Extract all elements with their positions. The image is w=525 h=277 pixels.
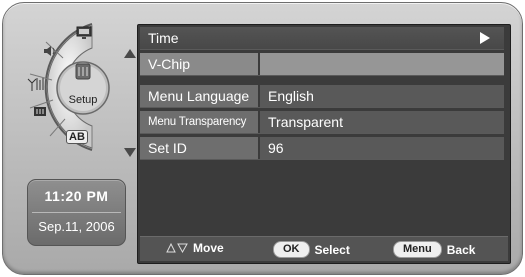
menu-key[interactable]: Menu [393, 241, 442, 258]
menu-item-value [260, 53, 504, 75]
menu-category-dial: AB Setup [20, 18, 138, 157]
setup-label: Setup [68, 94, 98, 106]
lock-icon[interactable] [32, 104, 56, 126]
up-down-arrows-icon [166, 243, 188, 253]
dial-down-arrow-icon[interactable] [124, 148, 136, 157]
move-label: Move [193, 241, 224, 255]
select-label: Select [314, 242, 350, 257]
clock-time: 11:20 PM [44, 188, 109, 204]
input-label: AB [66, 130, 88, 144]
back-hint: Menu Back [393, 241, 475, 258]
ok-key[interactable]: OK [273, 241, 310, 258]
menu-item-label: Time [148, 30, 179, 46]
menu-item-label: Set ID [140, 137, 258, 159]
clock-divider [32, 212, 121, 213]
monitor-icon[interactable] [76, 26, 100, 48]
input-icon[interactable]: AB [62, 126, 92, 148]
menu-item-label: Menu Language [140, 85, 258, 107]
antenna-icon[interactable] [26, 76, 50, 98]
menu-item-value: Transparent [260, 111, 504, 133]
menu-item-value: 96 [260, 137, 504, 159]
move-hint: Move [166, 241, 224, 255]
menu-item-label: Menu Transparency [140, 111, 258, 133]
setup-button[interactable]: Setup [58, 62, 108, 112]
menu-item-menu-transparency[interactable]: Menu Transparency Transparent [140, 111, 504, 134]
back-label: Back [446, 242, 476, 257]
menu-item-value: English [260, 85, 504, 107]
speaker-icon[interactable] [42, 44, 66, 66]
menu-item-set-id[interactable]: Set ID 96 [140, 137, 504, 160]
menu-item-time[interactable]: Time [140, 27, 504, 50]
menu-item-menu-language[interactable]: Menu Language English [140, 85, 504, 108]
dial-up-arrow-icon[interactable] [124, 49, 136, 58]
menu-item-vchip[interactable]: V-Chip [140, 53, 504, 76]
clock-display: 11:20 PM Sep.11, 2006 [27, 179, 126, 246]
submenu-arrow-icon [480, 32, 490, 44]
clock-date: Sep.11, 2006 [38, 219, 115, 234]
setup-menu-panel: Time V-Chip Menu Language English Menu T… [137, 24, 511, 264]
menu-item-label: V-Chip [140, 53, 258, 75]
help-footer: Move OK Select Menu Back [140, 236, 508, 261]
select-hint: OK Select [273, 241, 350, 258]
